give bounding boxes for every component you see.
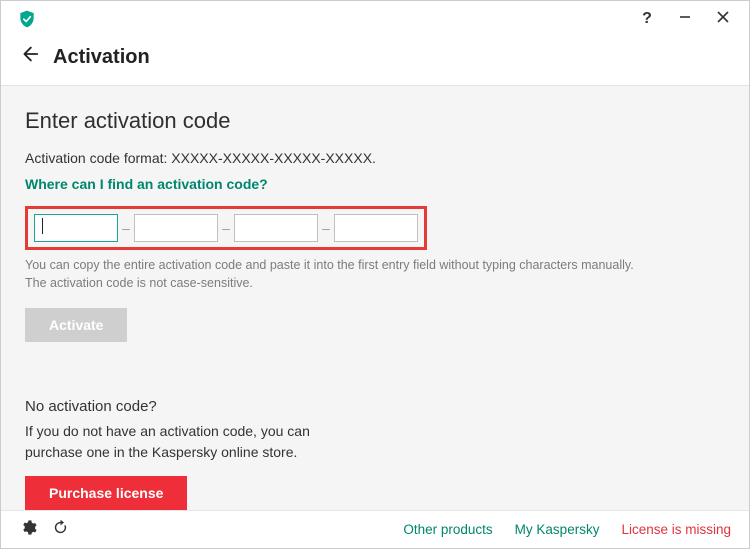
gear-icon — [20, 519, 37, 541]
close-icon — [717, 10, 729, 28]
close-button[interactable] — [705, 5, 741, 33]
kaspersky-logo-icon — [17, 9, 37, 29]
format-hint: Activation code format: XXXXX-XXXXX-XXXX… — [25, 150, 725, 166]
code-separator: – — [318, 220, 334, 236]
code-separator: – — [118, 220, 134, 236]
footer: Other products My Kaspersky License is m… — [1, 510, 749, 548]
find-code-link[interactable]: Where can I find an activation code? — [25, 176, 268, 192]
purchase-license-button[interactable]: Purchase license — [25, 476, 187, 510]
help-button[interactable]: ? — [629, 5, 665, 33]
refresh-button[interactable] — [51, 521, 69, 539]
no-code-text: If you do not have an activation code, y… — [25, 421, 365, 462]
hint-line-2: The activation code is not case-sensitiv… — [25, 276, 253, 290]
hint-line-1: You can copy the entire activation code … — [25, 258, 634, 272]
settings-button[interactable] — [19, 521, 37, 539]
paste-hint: You can copy the entire activation code … — [25, 256, 725, 292]
content-heading: Enter activation code — [25, 108, 725, 134]
page-title: Activation — [53, 46, 150, 69]
minimize-button[interactable] — [667, 5, 703, 33]
code-segment-1[interactable] — [34, 214, 118, 242]
refresh-icon — [52, 519, 69, 541]
code-segment-3[interactable] — [234, 214, 318, 242]
activation-code-highlight: – – – — [25, 206, 427, 250]
back-button[interactable] — [15, 43, 43, 71]
page-header: Activation — [1, 37, 749, 86]
titlebar: ? — [1, 1, 749, 37]
license-missing-link[interactable]: License is missing — [621, 522, 731, 537]
content-area: Enter activation code Activation code fo… — [1, 86, 749, 510]
code-separator: – — [218, 220, 234, 236]
no-code-title: No activation code? — [25, 398, 725, 415]
activate-button[interactable]: Activate — [25, 308, 127, 342]
code-segment-4[interactable] — [334, 214, 418, 242]
no-code-section: No activation code? If you do not have a… — [25, 398, 725, 510]
activation-code-row: – – – — [25, 206, 725, 250]
help-icon: ? — [642, 10, 652, 28]
arrow-left-icon — [18, 43, 40, 71]
my-kaspersky-link[interactable]: My Kaspersky — [515, 522, 600, 537]
minimize-icon — [679, 10, 691, 28]
activation-window: ? Activation Enter activation code Ac — [0, 0, 750, 549]
code-segment-2[interactable] — [134, 214, 218, 242]
other-products-link[interactable]: Other products — [403, 522, 492, 537]
